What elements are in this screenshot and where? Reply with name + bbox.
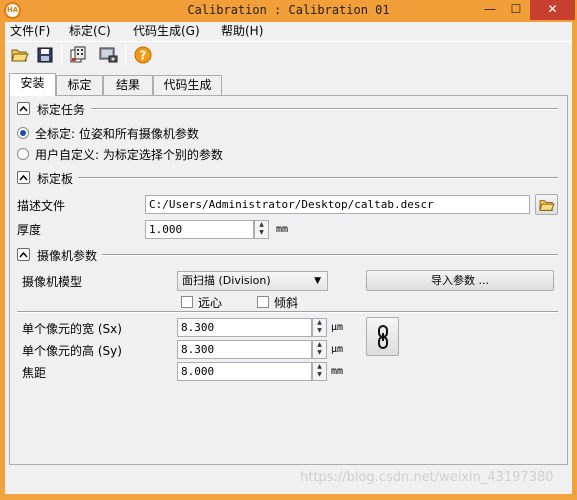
focal-length-spinner[interactable]: ▲ ▼ — [312, 362, 327, 381]
toolbar — [5, 41, 572, 69]
tab-calibration[interactable]: 标定 — [56, 75, 103, 95]
full-calibration-label: 全标定: 位姿和所有摄像机参数 — [35, 127, 199, 141]
save-button[interactable] — [34, 44, 56, 66]
spin-down-icon[interactable]: ▼ — [313, 371, 326, 379]
camera-setup-button[interactable] — [98, 44, 120, 66]
chain-link-icon — [377, 324, 388, 349]
sx-spinner[interactable]: ▲ ▼ — [312, 318, 327, 337]
spin-up-icon[interactable]: ▲ — [313, 319, 326, 327]
thickness-unit: mm — [276, 224, 289, 235]
user-defined-label: 用户自定义: 为标定选择个别的参数 — [35, 148, 223, 162]
radio-full-calibration[interactable] — [17, 127, 29, 139]
tab-install[interactable]: 安装 — [9, 73, 56, 96]
spin-up-icon[interactable]: ▲ — [313, 363, 326, 371]
tab-code-generation[interactable]: 代码生成 — [153, 75, 222, 95]
section-divider — [102, 254, 558, 256]
browse-description-button[interactable] — [535, 194, 558, 215]
open-folder-icon — [11, 49, 29, 62]
section-divider — [91, 108, 558, 110]
tab-results[interactable]: 结果 — [103, 75, 153, 95]
focal-length-input[interactable]: 8.000 — [177, 362, 312, 381]
menu-help[interactable]: 帮助(H) — [221, 22, 263, 40]
toolbar-separator — [61, 45, 62, 65]
chevron-up-icon — [19, 174, 28, 180]
section-divider — [17, 311, 558, 313]
spin-up-icon[interactable]: ▲ — [313, 341, 326, 349]
calibration-task-collapse-toggle[interactable] — [17, 102, 30, 115]
sx-input[interactable]: 8.300 — [177, 318, 312, 337]
telecentric-label: 远心 — [198, 296, 223, 310]
description-file-label: 描述文件 — [17, 199, 66, 213]
tilt-label: 倾斜 — [274, 296, 299, 310]
open-folder-icon — [538, 199, 555, 211]
calibration-plate-title: 标定板 — [37, 172, 74, 186]
tilt-checkbox[interactable] — [257, 296, 269, 308]
import-params-button[interactable]: 导入参数 ... — [366, 270, 554, 291]
sy-spinner[interactable]: ▲ ▼ — [312, 340, 327, 359]
chevron-up-icon — [19, 105, 28, 111]
toolbar-separator — [125, 45, 126, 65]
save-icon — [37, 47, 53, 63]
thickness-spinner[interactable]: ▲ ▼ — [254, 220, 269, 239]
sy-label: 单个像元的高 (Sy) — [22, 344, 122, 358]
help-button[interactable]: ? — [132, 44, 154, 66]
focal-length-label: 焦距 — [22, 366, 47, 380]
thickness-label: 厚度 — [17, 223, 42, 237]
minimize-button[interactable]: — — [477, 0, 503, 20]
menu-file[interactable]: 文件(F) — [10, 22, 50, 40]
spin-down-icon[interactable]: ▼ — [255, 229, 268, 237]
dropdown-arrow-icon: ▼ — [314, 276, 321, 286]
camera-model-select[interactable]: 面扫描 (Division) ▼ — [177, 271, 328, 291]
section-divider — [78, 177, 558, 179]
open-button[interactable] — [9, 44, 31, 66]
description-file-input[interactable]: C:/Users/Administrator/Desktop/caltab.de… — [145, 195, 530, 214]
camera-model-value: 面扫描 (Division) — [182, 274, 271, 287]
calibration-plate-icon — [70, 46, 86, 63]
sy-unit: μm — [331, 344, 344, 355]
menu-calibrate[interactable]: 标定(C) — [69, 22, 111, 40]
sx-unit: μm — [331, 322, 344, 333]
radio-user-defined[interactable] — [17, 148, 29, 160]
camera-setup-icon — [99, 47, 118, 63]
sx-label: 单个像元的宽 (Sx) — [22, 322, 122, 336]
close-button[interactable]: ✕ — [530, 0, 575, 20]
spin-down-icon[interactable]: ▼ — [313, 327, 326, 335]
calibration-plate-button[interactable] — [67, 44, 89, 66]
svg-text:?: ? — [140, 49, 147, 63]
chevron-up-icon — [19, 251, 28, 257]
thickness-input[interactable]: 1.000 — [145, 220, 254, 239]
camera-params-title: 摄像机参数 — [37, 249, 98, 263]
camera-model-label: 摄像机模型 — [22, 275, 83, 289]
camera-params-collapse-toggle[interactable] — [17, 248, 30, 261]
help-icon: ? — [134, 46, 152, 64]
menu-code-generation[interactable]: 代码生成(G) — [133, 22, 200, 40]
focal-length-unit: mm — [331, 366, 344, 377]
spin-down-icon[interactable]: ▼ — [313, 349, 326, 357]
link-pixel-size-button[interactable] — [366, 317, 399, 356]
maximize-button[interactable]: ☐ — [503, 0, 529, 20]
watermark-text: https://blog.csdn.net/weixin_43197380 — [300, 470, 554, 485]
spin-up-icon[interactable]: ▲ — [255, 221, 268, 229]
calibration-task-title: 标定任务 — [37, 103, 86, 117]
sy-input[interactable]: 8.300 — [177, 340, 312, 359]
calibration-plate-collapse-toggle[interactable] — [17, 171, 30, 184]
telecentric-checkbox[interactable] — [181, 296, 193, 308]
